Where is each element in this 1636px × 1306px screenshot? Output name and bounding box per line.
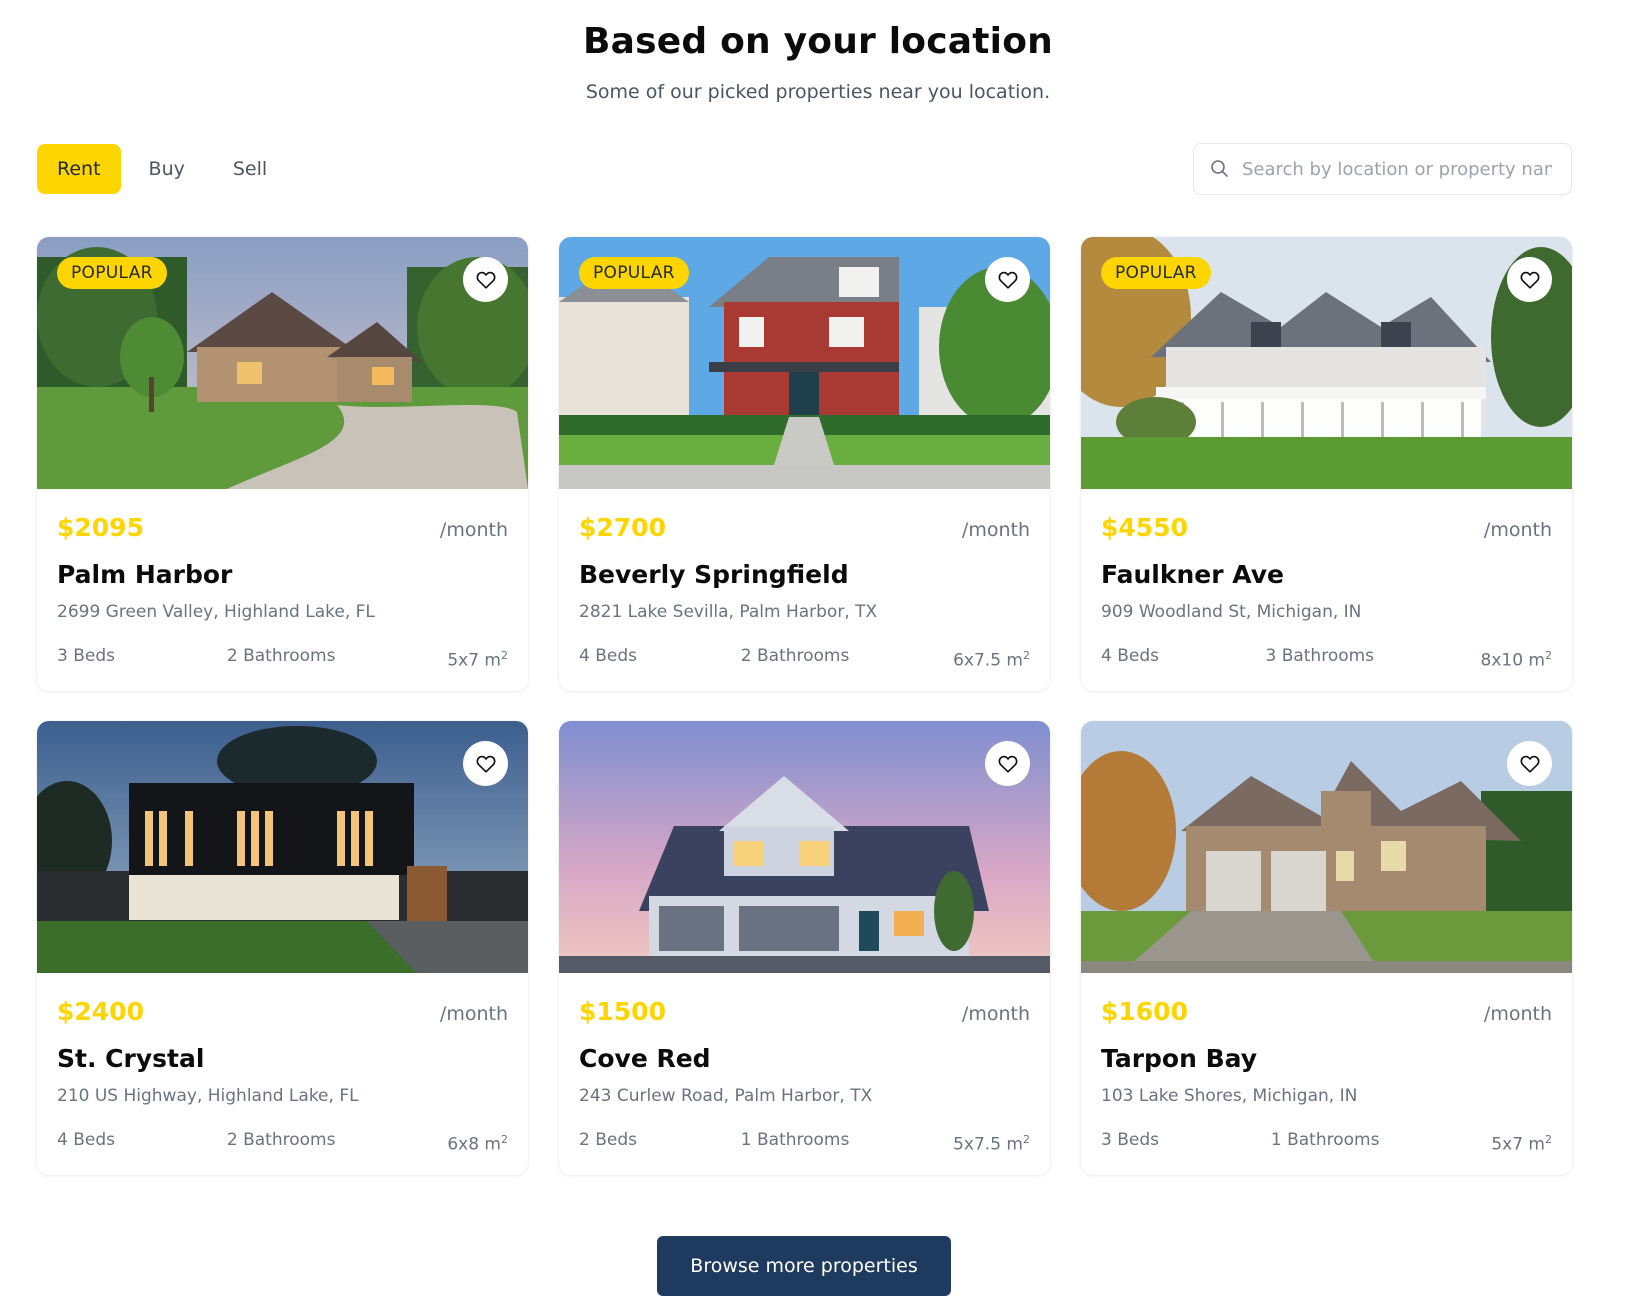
property-photo: POPULAR — [37, 237, 528, 489]
heart-icon — [1520, 755, 1539, 773]
property-meta: 3 Beds 1 Bathrooms 5x7 m2 — [1101, 1129, 1552, 1156]
price: $2700 — [579, 513, 666, 542]
listing-type-tabs: Rent Buy Sell — [37, 144, 287, 194]
property-name: Faulkner Ave — [1101, 560, 1284, 589]
favorite-button[interactable] — [1507, 741, 1552, 786]
property-address: 243 Curlew Road, Palm Harbor, TX — [579, 1086, 873, 1106]
property-meta: 4 Beds 2 Bathrooms 6x7.5 m2 — [579, 645, 1030, 672]
property-card[interactable]: POPULAR $4550 /month Faulkner Ave 909 Wo… — [1081, 237, 1572, 691]
property-meta: 4 Beds 2 Bathrooms 6x8 m2 — [57, 1129, 508, 1156]
price-period: /month — [1483, 519, 1552, 541]
property-name: Cove Red — [579, 1044, 711, 1073]
beds-count: 4 Beds — [57, 1130, 115, 1150]
baths-count: 2 Bathrooms — [226, 646, 336, 666]
heart-icon — [476, 755, 495, 773]
favorite-button[interactable] — [463, 257, 508, 302]
property-area: 6x7.5 m2 — [953, 649, 1030, 671]
property-address: 2699 Green Valley, Highland Lake, FL — [57, 602, 375, 622]
property-area: 5x7.5 m2 — [953, 1133, 1030, 1155]
price-period: /month — [439, 519, 508, 541]
tab-sell[interactable]: Sell — [213, 144, 287, 194]
property-card[interactable]: POPULAR $2095 /month Palm Harbor 2699 Gr… — [37, 237, 528, 691]
price: $2400 — [57, 997, 144, 1026]
section-title: Based on your location — [583, 21, 1053, 62]
blue-house-with-garage — [559, 721, 1050, 973]
property-meta: 4 Beds 3 Bathrooms 8x10 m2 — [1101, 645, 1552, 672]
baths-count: 2 Bathrooms — [740, 646, 850, 666]
property-area: 6x8 m2 — [447, 1133, 508, 1155]
property-area: 5x7 m2 — [1491, 1133, 1552, 1155]
beds-count: 3 Beds — [1101, 1130, 1159, 1150]
property-meta: 2 Beds 1 Bathrooms 5x7.5 m2 — [579, 1129, 1030, 1156]
baths-count: 2 Bathrooms — [226, 1130, 336, 1150]
search-input[interactable] — [1242, 158, 1552, 180]
price-period: /month — [961, 519, 1030, 541]
heart-icon — [1520, 271, 1539, 289]
property-photo: POPULAR — [559, 237, 1050, 489]
price: $1600 — [1101, 997, 1188, 1026]
price: $2095 — [57, 513, 144, 542]
baths-count: 1 Bathrooms — [1270, 1130, 1380, 1150]
search-box — [1193, 143, 1572, 195]
property-card[interactable]: POPULAR $2700 /month Beverly Springfield… — [559, 237, 1050, 691]
property-area: 8x10 m2 — [1480, 649, 1552, 671]
listing-grid: POPULAR $2095 /month Palm Harbor 2699 Gr… — [37, 237, 1572, 1175]
baths-count: 1 Bathrooms — [740, 1130, 850, 1150]
property-photo — [559, 721, 1050, 973]
price-period: /month — [961, 1003, 1030, 1025]
tab-buy[interactable]: Buy — [129, 144, 205, 194]
tab-rent[interactable]: Rent — [37, 144, 121, 194]
beds-count: 3 Beds — [57, 646, 115, 666]
property-name: St. Crystal — [57, 1044, 205, 1073]
section-header: Based on your location Some of our picke… — [0, 18, 1636, 104]
property-photo — [37, 721, 528, 973]
property-address: 909 Woodland St, Michigan, IN — [1101, 602, 1362, 622]
popular-badge: POPULAR — [57, 257, 167, 289]
property-address: 2821 Lake Sevilla, Palm Harbor, TX — [579, 602, 878, 622]
property-name: Palm Harbor — [57, 560, 233, 589]
property-card[interactable]: $2400 /month St. Crystal 210 US Highway,… — [37, 721, 528, 1175]
beds-count: 4 Beds — [579, 646, 637, 666]
property-name: Tarpon Bay — [1101, 1044, 1258, 1073]
heart-icon — [476, 271, 495, 289]
property-card[interactable]: $1600 /month Tarpon Bay 103 Lake Shores,… — [1081, 721, 1572, 1175]
favorite-button[interactable] — [985, 741, 1030, 786]
browse-more-button[interactable]: Browse more properties — [657, 1236, 951, 1296]
modern-black-house-at-dusk — [37, 721, 528, 973]
price-period: /month — [439, 1003, 508, 1025]
favorite-button[interactable] — [1507, 257, 1552, 302]
popular-badge: POPULAR — [579, 257, 689, 289]
favorite-button[interactable] — [463, 741, 508, 786]
heart-icon — [998, 755, 1017, 773]
baths-count: 3 Bathrooms — [1265, 646, 1375, 666]
heart-icon — [998, 271, 1017, 289]
price: $1500 — [579, 997, 666, 1026]
search-icon — [1211, 160, 1228, 177]
beds-count: 2 Beds — [579, 1130, 637, 1150]
property-card[interactable]: $1500 /month Cove Red 243 Curlew Road, P… — [559, 721, 1050, 1175]
property-address: 210 US Highway, Highland Lake, FL — [57, 1086, 359, 1106]
beds-count: 4 Beds — [1101, 646, 1159, 666]
favorite-button[interactable] — [985, 257, 1030, 302]
property-area: 5x7 m2 — [447, 649, 508, 671]
stone-house-with-double-garage — [1081, 721, 1572, 973]
price: $4550 — [1101, 513, 1188, 542]
section-subtitle: Some of our picked properties near you l… — [585, 81, 1051, 103]
popular-badge: POPULAR — [1101, 257, 1211, 289]
property-name: Beverly Springfield — [579, 560, 849, 589]
property-meta: 3 Beds 2 Bathrooms 5x7 m2 — [57, 645, 508, 672]
property-address: 103 Lake Shores, Michigan, IN — [1101, 1086, 1358, 1106]
property-photo: POPULAR — [1081, 237, 1572, 489]
price-period: /month — [1483, 1003, 1552, 1025]
property-photo — [1081, 721, 1572, 973]
